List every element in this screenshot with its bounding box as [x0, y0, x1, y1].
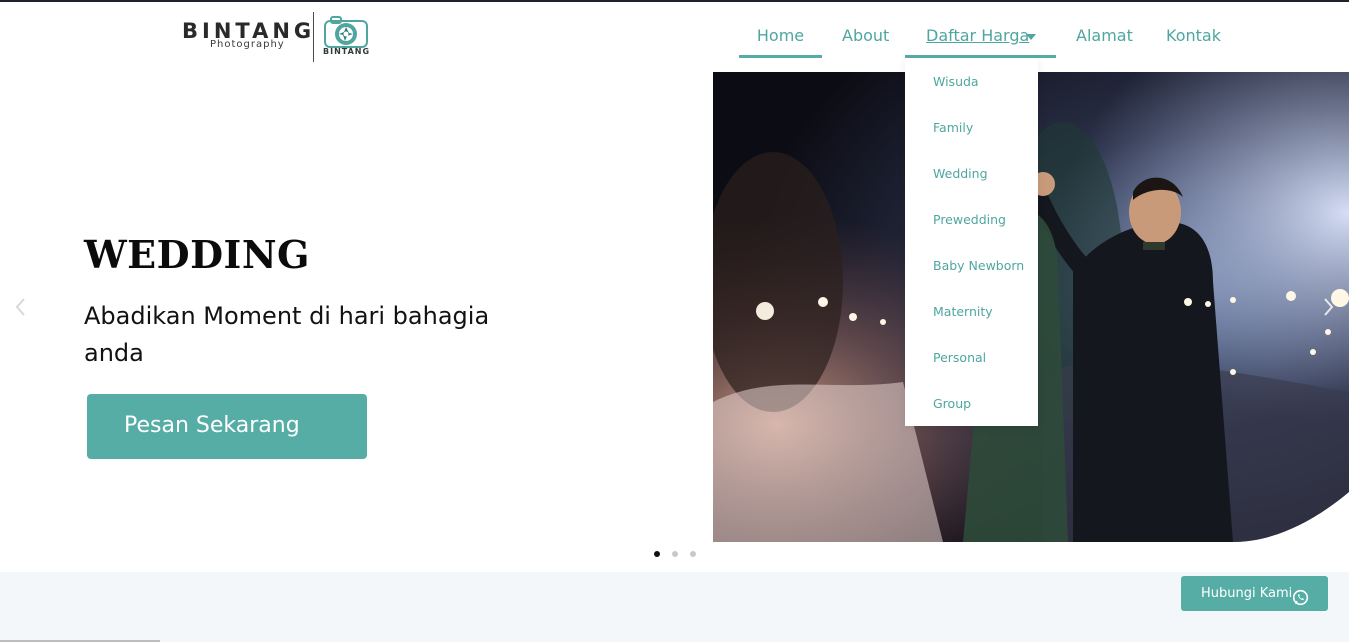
nav-daftar-harga[interactable]: Daftar Harga — [905, 26, 1056, 58]
logo-tagline: Photography — [210, 39, 285, 50]
contact-whatsapp-button[interactable]: Hubungi Kami — [1181, 576, 1328, 611]
dropdown-item-maternity[interactable]: Maternity — [933, 304, 993, 319]
dropdown-item-group[interactable]: Group — [933, 396, 971, 411]
dropdown-item-wisuda[interactable]: Wisuda — [933, 74, 979, 89]
order-now-button[interactable]: Pesan Sekarang — [87, 394, 367, 459]
next-section-band — [0, 572, 1349, 642]
dropdown-item-personal[interactable]: Personal — [933, 350, 986, 365]
dropdown-item-prewedding[interactable]: Prewedding — [933, 212, 1006, 227]
dropdown-item-baby-newborn[interactable]: Baby Newborn — [933, 258, 1024, 273]
nav-daftar-harga-label: Daftar Harga — [926, 26, 1030, 45]
hero-subtitle: Abadikan Moment di hari bahagia anda — [84, 302, 490, 367]
nav-about[interactable]: About — [842, 26, 889, 58]
nav-alamat[interactable]: Alamat — [1076, 26, 1133, 58]
logo-mark-text: BINTANG — [323, 47, 371, 56]
site-logo[interactable]: BINTANG Photography BINTANG — [180, 10, 375, 65]
camera-aperture-icon — [322, 15, 370, 49]
carousel-dot[interactable] — [654, 551, 660, 557]
dropdown-item-family[interactable]: Family — [933, 120, 973, 135]
whatsapp-icon — [1292, 585, 1309, 606]
carousel-dot[interactable] — [672, 551, 678, 557]
nav-home[interactable]: Home — [739, 26, 822, 58]
carousel-prev-icon[interactable] — [12, 296, 28, 318]
nav-kontak[interactable]: Kontak — [1166, 26, 1221, 58]
contact-button-label: Hubungi Kami — [1201, 586, 1293, 601]
dropdown-item-wedding[interactable]: Wedding — [933, 166, 988, 181]
carousel-next-icon[interactable] — [1321, 296, 1337, 318]
daftar-harga-dropdown: Wisuda Family Wedding Prewedding Baby Ne… — [905, 58, 1038, 426]
logo-divider — [313, 12, 314, 62]
top-border — [0, 0, 1349, 2]
caret-down-icon — [1026, 34, 1036, 40]
hero-title: WEDDING — [84, 232, 311, 277]
carousel-dot[interactable] — [690, 551, 696, 557]
